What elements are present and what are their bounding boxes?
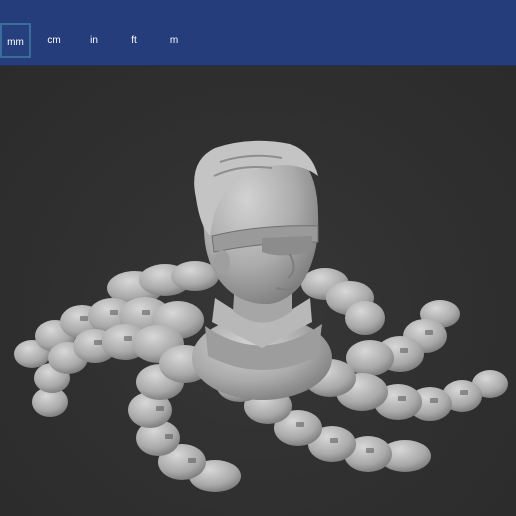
unit-ft-button[interactable]: ft	[120, 23, 148, 58]
unit-cm-button[interactable]: cm	[40, 23, 68, 58]
unit-toolbar: mm cm in ft m	[0, 0, 516, 66]
octopus-figure-model[interactable]	[0, 66, 516, 516]
tentacle-back-right	[301, 268, 385, 335]
unit-in-button[interactable]: in	[80, 23, 108, 58]
viewer-app: mm cm in ft m	[0, 0, 516, 516]
tentacle-back-left	[107, 261, 219, 305]
unit-mm-button[interactable]: mm	[0, 23, 31, 58]
3d-viewport[interactable]	[0, 66, 516, 516]
unit-m-button[interactable]: m	[160, 23, 188, 58]
